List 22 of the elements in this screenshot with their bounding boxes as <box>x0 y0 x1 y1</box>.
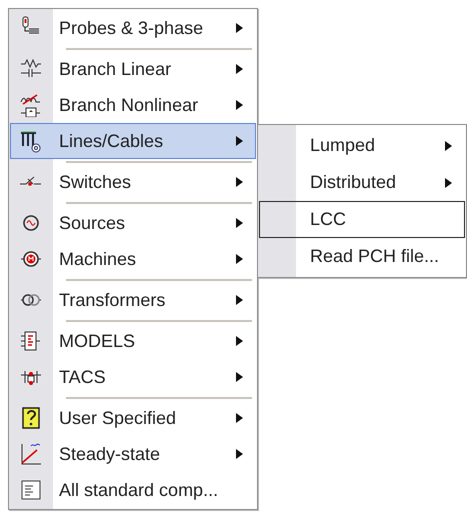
menu-item[interactable]: Transformers <box>10 282 256 318</box>
menu-item[interactable]: User Specified <box>10 400 256 436</box>
menu-item[interactable]: Lines/Cables <box>10 123 256 159</box>
menu-item[interactable]: TACS <box>10 359 256 395</box>
nonlinear-inductor-icon <box>19 93 43 117</box>
menu-item[interactable]: Switches <box>10 164 256 200</box>
submenu-item[interactable]: Read PCH file... <box>259 238 465 275</box>
submenu-item[interactable]: Distributed <box>259 164 465 201</box>
menu-item[interactable]: Probes & 3-phase <box>10 10 256 46</box>
menu-item[interactable]: MODELS <box>10 323 256 359</box>
menu-item[interactable]: Machines <box>10 241 256 277</box>
menu-item[interactable]: Steady-state <box>10 436 256 472</box>
menu-item[interactable]: Sources <box>10 205 256 241</box>
menu-item[interactable]: Branch Linear <box>10 51 256 87</box>
menu-item[interactable]: All standard comp... <box>10 472 256 508</box>
list-icon <box>19 478 43 502</box>
phasor-plot-icon <box>19 442 43 466</box>
submenu-item[interactable]: Lumped <box>259 127 465 164</box>
submenu-item[interactable]: LCC <box>259 201 465 238</box>
model-block-icon <box>19 329 43 353</box>
menu-item[interactable]: Branch Nonlinear <box>10 87 256 123</box>
line-icon <box>19 129 43 153</box>
